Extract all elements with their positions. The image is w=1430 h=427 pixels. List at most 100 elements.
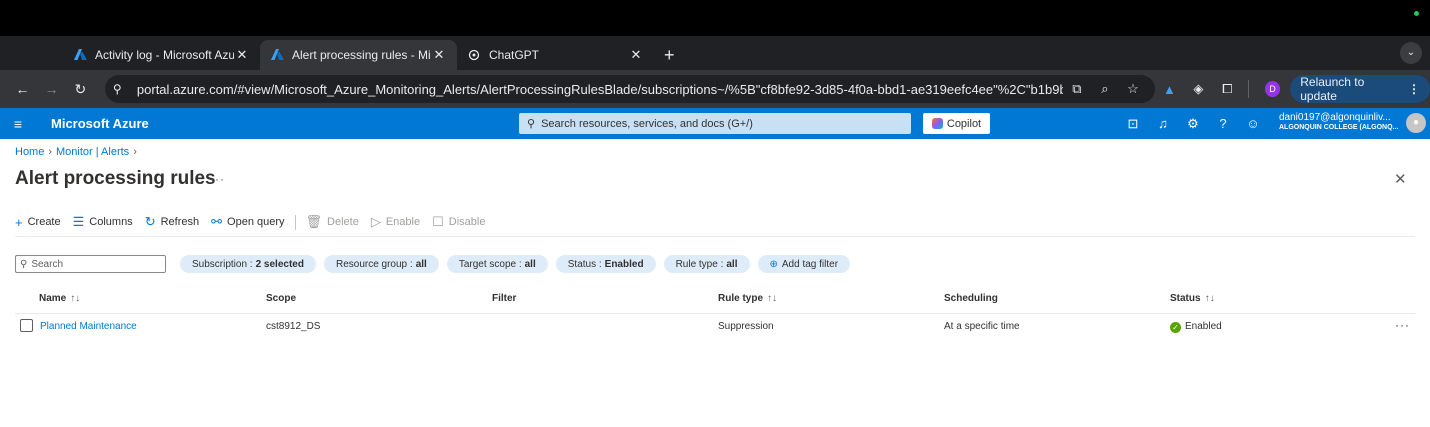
columns-button[interactable]: ☰ Columns: [73, 214, 133, 230]
site-info-icon[interactable]: ⚲: [113, 82, 133, 96]
search-placeholder: Search: [31, 258, 64, 270]
header-label: Status: [1170, 293, 1201, 304]
open-query-label: Open query: [227, 216, 285, 228]
column-header-filter: Filter: [492, 293, 517, 304]
password-extension-icon[interactable]: ◈: [1184, 81, 1213, 97]
bookmark-star-icon[interactable]: ☆: [1119, 81, 1147, 97]
refresh-label: Refresh: [160, 216, 200, 228]
browser-tab-activity-log[interactable]: Activity log - Microsoft Azure ✕: [63, 40, 260, 70]
account-info[interactable]: dani0197@algonquinliv... ALGONQUIN COLLE…: [1279, 113, 1398, 133]
azure-top-bar: ≡ Microsoft Azure ⚲ Search resources, se…: [0, 108, 1430, 139]
column-header-status[interactable]: Status ↑↓: [1170, 292, 1215, 306]
tab-search-chevron-icon[interactable]: ⌄: [1400, 42, 1422, 64]
header-label: Name: [39, 293, 67, 304]
extensions-puzzle-icon[interactable]: ⧠: [1213, 81, 1242, 97]
resource-group-filter-pill[interactable]: Resource group : all: [323, 255, 439, 273]
add-filter-icon: ⊕: [769, 258, 778, 270]
rule-scheduling: At a specific time: [944, 321, 1020, 332]
toolbar-divider: [1247, 80, 1249, 98]
global-search-input[interactable]: ⚲ Search resources, services, and docs (…: [519, 113, 911, 134]
refresh-icon: ↻: [144, 214, 156, 229]
close-icon[interactable]: ✕: [234, 47, 250, 63]
column-header-scope: Scope: [266, 293, 297, 304]
row-checkbox[interactable]: [20, 319, 33, 332]
pill-value: all: [415, 258, 427, 270]
notifications-bell-icon[interactable]: ♫: [1148, 116, 1178, 131]
play-icon: ▷: [370, 214, 381, 229]
feedback-icon[interactable]: ☺: [1238, 116, 1268, 131]
plus-icon: +: [15, 214, 23, 230]
enable-label: Enable: [385, 216, 421, 228]
page-more-button[interactable]: ···: [210, 172, 225, 186]
pill-label: Rule type :: [675, 258, 724, 270]
rule-name-link[interactable]: Planned Maintenance: [40, 320, 137, 334]
hamburger-menu-icon[interactable]: ≡: [0, 116, 36, 132]
header-icons: ⊡ ♫ ⚙ ? ☺: [1118, 108, 1268, 139]
reload-icon[interactable]: ↻: [66, 81, 95, 98]
open-query-button[interactable]: ⚯ Open query: [211, 214, 284, 230]
status-label: Enabled: [1185, 321, 1222, 332]
disable-label: Disable: [448, 216, 486, 228]
subscription-filter-pill[interactable]: Subscription :2 selected: [180, 255, 316, 273]
new-tab-button[interactable]: +: [664, 40, 675, 70]
copilot-button[interactable]: Copilot: [923, 113, 990, 134]
status-dot: [1414, 11, 1419, 16]
cloud-shell-icon[interactable]: ⊡: [1118, 116, 1148, 132]
search-icon: ⚲: [20, 258, 28, 270]
target-scope-filter-pill[interactable]: Target scope : all: [446, 255, 548, 273]
azure-extension-icon[interactable]: ▲: [1155, 82, 1184, 97]
create-button[interactable]: + Create: [15, 215, 61, 230]
delete-label: Delete: [327, 216, 359, 228]
column-header-rule-type[interactable]: Rule type ↑↓: [718, 292, 777, 306]
row-more-icon[interactable]: ···: [1395, 318, 1410, 332]
browser-tab-chatgpt[interactable]: ChatGPT ✕: [457, 40, 654, 70]
page-title: Alert processing rules: [15, 168, 216, 189]
rule-type-filter-pill[interactable]: Rule type : all: [663, 255, 750, 273]
address-bar-row: ← → ↻ ⚲ portal.azure.com/#view/Microsoft…: [0, 70, 1430, 108]
close-blade-icon[interactable]: ✕: [1394, 170, 1407, 188]
pill-value: Enabled: [604, 258, 644, 270]
browser-tab-strip: Activity log - Microsoft Azure ✕ Alert p…: [0, 36, 1430, 70]
column-header-name[interactable]: Name ↑↓: [39, 292, 80, 306]
close-icon[interactable]: ✕: [628, 47, 644, 63]
forward-arrow-icon[interactable]: →: [37, 81, 66, 97]
status-filter-pill[interactable]: Status : Enabled: [555, 255, 656, 273]
command-bar: + Create ☰ Columns ↻ Refresh ⚯ Open quer…: [15, 214, 497, 230]
rule-status: ✓ Enabled: [1170, 320, 1222, 334]
user-avatar-icon[interactable]: ●: [1406, 113, 1426, 133]
chevron-right-icon: ›: [48, 146, 53, 158]
sort-icon[interactable]: ↑↓: [70, 293, 80, 304]
global-search-placeholder: Search resources, services, and docs (G+…: [541, 117, 753, 130]
sort-icon[interactable]: ↑↓: [1205, 293, 1215, 304]
breadcrumb-monitor-alerts[interactable]: Monitor | Alerts: [56, 146, 129, 158]
enable-button[interactable]: ▷ Enable: [371, 214, 420, 230]
help-icon[interactable]: ?: [1208, 116, 1238, 131]
create-label: Create: [27, 216, 61, 228]
disable-button[interactable]: ☐ Disable: [432, 214, 485, 230]
sort-icon[interactable]: ↑↓: [767, 293, 777, 304]
omnibox[interactable]: ⚲ portal.azure.com/#view/Microsoft_Azure…: [104, 75, 1155, 103]
pill-label: Subscription :: [192, 258, 253, 270]
refresh-button[interactable]: ↻ Refresh: [145, 214, 199, 230]
relaunch-label: Relaunch to update: [1300, 75, 1365, 103]
url-text[interactable]: portal.azure.com/#view/Microsoft_Azure_M…: [137, 82, 1063, 97]
search-input[interactable]: ⚲ Search: [15, 255, 166, 273]
square-icon: ☐: [432, 214, 444, 229]
zoom-icon[interactable]: ⌕: [1091, 81, 1119, 97]
portal-brand[interactable]: Microsoft Azure: [51, 116, 149, 131]
breadcrumb-home[interactable]: Home: [15, 146, 44, 158]
relaunch-button[interactable]: Relaunch to update ⋮: [1290, 75, 1430, 103]
table-header: Name ↑↓ Scope Filter Rule type ↑↓ Scheduli…: [15, 292, 1415, 312]
browser-tab-alert-processing-rules[interactable]: Alert processing rules - Micro ✕: [260, 40, 457, 70]
profile-avatar[interactable]: D: [1264, 81, 1281, 97]
delete-button[interactable]: 🗑 Delete: [306, 214, 359, 230]
user-email: dani0197@algonquinliv...: [1279, 112, 1391, 123]
install-app-icon[interactable]: ⧉: [1063, 81, 1091, 97]
back-arrow-icon[interactable]: ←: [8, 81, 37, 97]
table-row[interactable]: Planned Maintenance cst8912_DS Suppressi…: [15, 313, 1415, 337]
tab-label: ChatGPT: [489, 48, 540, 62]
settings-gear-icon[interactable]: ⚙: [1178, 116, 1208, 132]
kebab-menu-icon: ⋮: [1408, 82, 1421, 96]
close-icon[interactable]: ✕: [431, 47, 447, 63]
add-tag-filter-button[interactable]: ⊕ Add tag filter: [757, 255, 851, 273]
